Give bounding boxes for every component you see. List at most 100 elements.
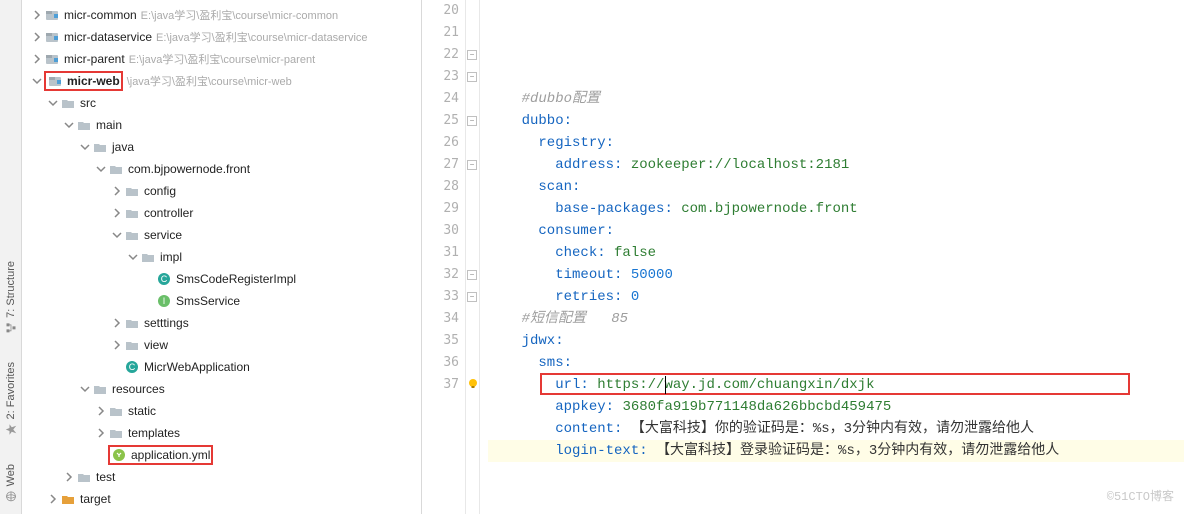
tree-item[interactable]: main	[22, 114, 421, 136]
folder-icon	[76, 469, 92, 485]
tree-item[interactable]: templates	[22, 422, 421, 444]
chevron-right-icon[interactable]	[94, 428, 108, 438]
watermark: ©51CTO博客	[1107, 486, 1174, 508]
code-line[interactable]: registry:	[488, 132, 1184, 154]
code-line[interactable]	[488, 66, 1184, 88]
folder-icon	[124, 337, 140, 353]
tree-item[interactable]: target	[22, 488, 421, 510]
tree-item-hint: \java学习\盈利宝\course\micr-web	[127, 73, 292, 89]
tree-item[interactable]: view	[22, 334, 421, 356]
tree-item-hint: E:\java学习\盈利宝\course\micr-dataservice	[156, 29, 368, 45]
line-number: 20	[422, 0, 459, 22]
line-number: 25	[422, 110, 459, 132]
tree-item[interactable]: I SmsService	[22, 290, 421, 312]
tree-item[interactable]: config	[22, 180, 421, 202]
tree-item[interactable]: static	[22, 400, 421, 422]
code-line[interactable]: consumer:	[488, 220, 1184, 242]
code-line[interactable]: appkey: 3680fa919b771148da626bbcbd459475	[488, 396, 1184, 418]
tree-item[interactable]: CSmsCodeRegisterImpl	[22, 268, 421, 290]
tab-web[interactable]: Web	[5, 464, 17, 502]
line-number: 34	[422, 308, 459, 330]
code-line[interactable]: retries: 0	[488, 286, 1184, 308]
folder-orange-icon	[60, 491, 76, 507]
tree-item[interactable]: controller	[22, 202, 421, 224]
tree-item[interactable]: application.yml	[22, 444, 421, 466]
chevron-right-icon[interactable]	[110, 318, 124, 328]
editor-area[interactable]: #dubbo配置 dubbo: registry: address: zooke…	[480, 0, 1184, 514]
chevron-down-icon[interactable]	[110, 230, 124, 240]
tree-item-label: target	[80, 492, 111, 506]
chevron-right-icon[interactable]	[62, 472, 76, 482]
line-number: 31	[422, 242, 459, 264]
project-tree[interactable]: micr-commonE:\java学习\盈利宝\course\micr-com…	[22, 0, 422, 514]
code-line[interactable]: base-packages: com.bjpowernode.front	[488, 198, 1184, 220]
tree-item[interactable]: micr-commonE:\java学习\盈利宝\course\micr-com…	[22, 4, 421, 26]
class-i-icon: I	[156, 293, 172, 309]
tree-item[interactable]: java	[22, 136, 421, 158]
tab-favorites[interactable]: 2: Favorites	[5, 362, 17, 435]
chevron-down-icon[interactable]	[78, 384, 92, 394]
line-number: 32	[422, 264, 459, 286]
tree-item[interactable]: com.bjpowernode.front	[22, 158, 421, 180]
tree-item[interactable]: resources	[22, 378, 421, 400]
tab-structure[interactable]: 7: Structure	[5, 261, 17, 334]
fold-marker[interactable]: −	[467, 72, 477, 82]
fold-marker[interactable]: −	[467, 270, 477, 280]
code-line[interactable]: #dubbo配置	[488, 88, 1184, 110]
tree-item[interactable]: src	[22, 92, 421, 114]
chevron-down-icon[interactable]	[126, 252, 140, 262]
module-icon	[44, 29, 60, 45]
line-number: 29	[422, 198, 459, 220]
chevron-right-icon[interactable]	[94, 406, 108, 416]
fold-marker[interactable]: −	[467, 160, 477, 170]
chevron-down-icon[interactable]	[94, 164, 108, 174]
tree-item[interactable]: impl	[22, 246, 421, 268]
chevron-down-icon[interactable]	[78, 142, 92, 152]
code-line[interactable]: address: zookeeper://localhost:2181	[488, 154, 1184, 176]
chevron-right-icon[interactable]	[30, 10, 44, 20]
fold-gutter[interactable]: − − − − − −	[466, 0, 480, 514]
line-number-gutter: 202122232425262728293031323334353637	[422, 0, 466, 514]
tree-item-label: setttings	[144, 316, 189, 330]
chevron-right-icon[interactable]	[46, 494, 60, 504]
tree-item[interactable]: setttings	[22, 312, 421, 334]
tree-item[interactable]: micr-web\java学习\盈利宝\course\micr-web	[22, 70, 421, 92]
code-line[interactable]: jdwx:	[488, 330, 1184, 352]
code-line[interactable]: sms:	[488, 352, 1184, 374]
code-line[interactable]: timeout: 50000	[488, 264, 1184, 286]
tree-item[interactable]: test	[22, 466, 421, 488]
tool-window-tabs: 7: Structure 2: Favorites Web	[0, 0, 22, 514]
tree-item[interactable]: service	[22, 224, 421, 246]
tree-item-hint: E:\java学习\盈利宝\course\micr-parent	[129, 51, 315, 67]
tree-item-label: micr-common	[64, 8, 137, 22]
folder-icon	[140, 249, 156, 265]
chevron-right-icon[interactable]	[30, 54, 44, 64]
chevron-down-icon[interactable]	[46, 98, 60, 108]
code-line[interactable]: content: 【大富科技】你的验证码是：%s，3分钟内有效，请勿泄露给他人	[488, 418, 1184, 440]
tree-item[interactable]: CMicrWebApplication	[22, 356, 421, 378]
tree-item-label: config	[144, 184, 176, 198]
tree-item-label: impl	[160, 250, 182, 264]
chevron-right-icon[interactable]	[110, 340, 124, 350]
tree-item[interactable]: micr-parentE:\java学习\盈利宝\course\micr-par…	[22, 48, 421, 70]
chevron-down-icon[interactable]	[30, 76, 44, 86]
fold-marker[interactable]: −	[467, 292, 477, 302]
code-line[interactable]: url: https://way.jd.com/chuangxin/dxjk	[488, 374, 1184, 396]
chevron-right-icon[interactable]	[110, 186, 124, 196]
intention-bulb-icon[interactable]	[467, 378, 479, 390]
fold-marker[interactable]: −	[467, 116, 477, 126]
code-line[interactable]: dubbo:	[488, 110, 1184, 132]
tree-item[interactable]: .gitignore	[22, 510, 421, 514]
tree-item[interactable]: micr-dataserviceE:\java学习\盈利宝\course\mic…	[22, 26, 421, 48]
code-line[interactable]: check: false	[488, 242, 1184, 264]
code-line[interactable]: #短信配置 85	[488, 308, 1184, 330]
code-line[interactable]: login-text: 【大富科技】登录验证码是：%s，3分钟内有效，请勿泄露给…	[488, 440, 1184, 462]
tree-item-label: view	[144, 338, 168, 352]
tab-favorites-label: 2: Favorites	[5, 362, 17, 419]
chevron-right-icon[interactable]	[30, 32, 44, 42]
chevron-down-icon[interactable]	[62, 120, 76, 130]
tree-item-label: SmsService	[176, 294, 240, 308]
code-line[interactable]: scan:	[488, 176, 1184, 198]
chevron-right-icon[interactable]	[110, 208, 124, 218]
fold-marker[interactable]: −	[467, 50, 477, 60]
